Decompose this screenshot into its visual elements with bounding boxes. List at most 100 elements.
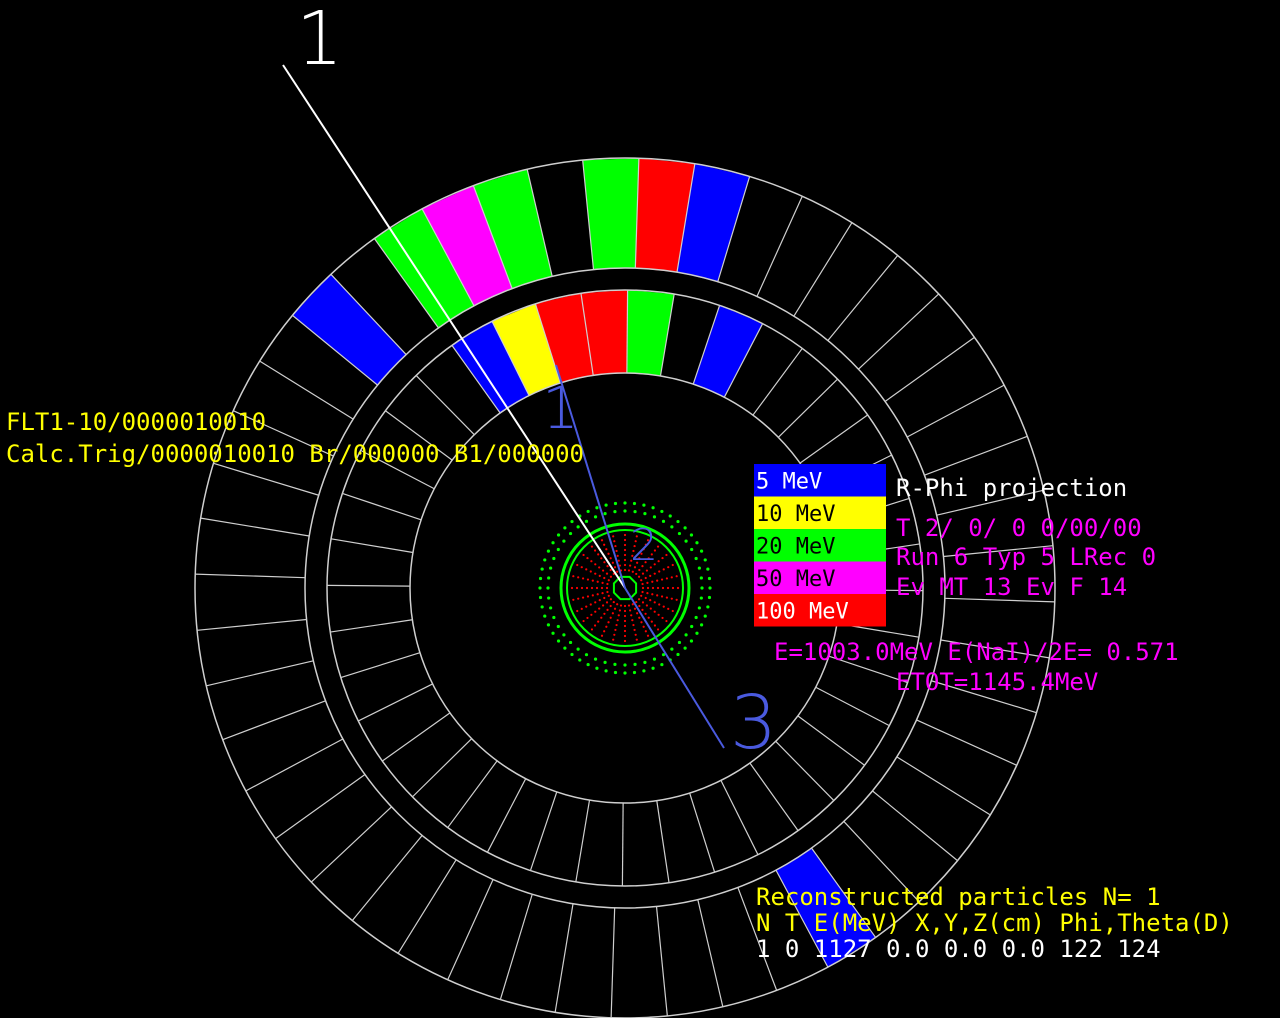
drift-wire-dot — [600, 616, 603, 619]
vertex-dot-ring-0 — [613, 670, 618, 675]
vertex-dot-ring-1 — [623, 509, 627, 513]
drift-wire-dot — [609, 604, 612, 608]
drift-wire-dot — [616, 570, 619, 573]
vertex-dot-ring-1 — [694, 615, 698, 620]
vertex-dot-ring-1 — [576, 525, 580, 529]
vertex-dot-ring-1 — [700, 586, 704, 590]
drift-wire-dot — [670, 576, 673, 579]
drift-wire-dot — [656, 594, 659, 597]
drift-wire-dot — [644, 596, 647, 600]
vertex-dot-ring-0 — [683, 646, 687, 650]
drift-wire-dot — [630, 614, 633, 617]
drift-wire-dot — [601, 581, 604, 584]
vertex-dot-ring-1 — [546, 586, 550, 590]
drift-wire-dot — [615, 623, 618, 627]
drift-wire-dot — [594, 572, 597, 575]
vertex-dot-ring-1 — [694, 556, 698, 561]
vertex-dot-ring-0 — [660, 509, 664, 514]
drift-wire-dot — [600, 539, 604, 542]
drift-wire-dot — [651, 586, 655, 590]
vertex-dot-ring-1 — [623, 663, 627, 667]
vertex-dot-ring-1 — [547, 596, 551, 600]
drift-wire-dot — [675, 575, 678, 578]
vertex-dot-ring-0 — [699, 623, 704, 627]
drift-wire-dot — [623, 558, 627, 562]
trigger-flt1: FLT1-10/0000010010 — [6, 408, 266, 436]
vertex-dot-ring-0 — [660, 662, 664, 667]
drift-wire-dot — [607, 552, 610, 555]
drift-wire-dot — [606, 590, 609, 594]
vertex-dot-ring-0 — [683, 526, 687, 530]
drift-wire-dot — [586, 556, 589, 560]
drift-wire-dot — [646, 586, 650, 590]
vertex-dot-ring-0 — [578, 658, 582, 662]
vertex-dot-ring-1 — [643, 512, 647, 516]
drift-wire-dot — [641, 601, 645, 604]
drift-wire-dot — [607, 594, 610, 597]
drift-wire-dot — [623, 604, 627, 608]
drift-wire-dot — [636, 612, 639, 615]
drift-wire-dot — [651, 580, 654, 583]
drift-wire-dot — [594, 563, 597, 566]
drift-wire-dot — [656, 628, 660, 631]
drift-wire-dot — [637, 575, 641, 578]
vertex-dot-ring-0 — [699, 549, 704, 553]
vertex-dot-ring-1 — [576, 647, 580, 651]
vertex-dot-ring-0 — [707, 595, 712, 600]
drift-wire-dot — [646, 592, 649, 595]
vertex-dot-ring-0 — [546, 549, 551, 553]
drift-wire-dot — [631, 619, 634, 622]
drift-wire-dot — [642, 625, 645, 628]
drift-wire-dot — [598, 607, 601, 610]
drift-wire-dot — [596, 580, 599, 583]
drift-wire-dot — [665, 619, 668, 623]
background — [0, 0, 1280, 1018]
vertex-dot-ring-1 — [584, 519, 589, 523]
vertex-dot-ring-0 — [540, 605, 544, 609]
vertex-dot-ring-1 — [562, 539, 566, 543]
drift-wire-dot — [653, 572, 656, 575]
drift-wire-dot — [623, 563, 627, 567]
particles-row: 1 0 1127 0.0 0.0 0.0 122 124 — [756, 935, 1161, 963]
drift-wire-dot — [641, 582, 644, 586]
vertex-dot-ring-0 — [595, 506, 599, 510]
vertex-dot-ring-1 — [697, 566, 701, 570]
vertex-dot-ring-0 — [604, 669, 608, 673]
drift-wire-dot — [600, 634, 604, 637]
drift-wire-dot — [640, 579, 643, 582]
drift-wire-dot — [613, 566, 617, 569]
drift-wire-dot — [623, 614, 627, 618]
legend-label-1: 10 MeV — [756, 502, 835, 527]
drift-wire-dot — [623, 553, 627, 557]
drift-wire-dot — [641, 586, 645, 590]
drift-wire-dot — [601, 592, 604, 595]
drift-wire-dot — [616, 554, 619, 557]
drift-wire-dot — [580, 607, 583, 610]
drift-wire-dot — [572, 575, 575, 578]
drift-wire-dot — [656, 579, 659, 582]
drift-wire-dot — [572, 598, 575, 601]
drift-wire-dot — [582, 553, 585, 557]
drift-wire-dot — [577, 576, 580, 579]
drift-wire-dot — [609, 557, 612, 560]
drift-wire-dot — [611, 612, 614, 615]
vertex-dot-ring-1 — [556, 547, 560, 552]
vertex-dot-ring-0 — [642, 503, 646, 507]
drift-wire-dot — [611, 561, 614, 564]
vertex-dot-ring-1 — [593, 657, 598, 661]
drift-wire-dot — [637, 598, 641, 601]
vertex-dot-ring-1 — [699, 576, 703, 580]
drift-wire-dot — [609, 598, 613, 601]
vertex-dot-ring-0 — [695, 541, 699, 545]
drift-wire-dot — [653, 610, 656, 613]
drift-wire-dot — [598, 599, 601, 602]
drift-wire-dot — [649, 599, 652, 602]
drift-wire-dot — [590, 613, 593, 616]
vertex-dot-ring-0 — [695, 631, 699, 635]
drift-wire-dot — [603, 596, 606, 600]
drift-wire-dot — [591, 579, 594, 582]
vertex-dot-ring-1 — [690, 547, 694, 552]
event-display: 1 1 2 3 FLT1-10/0000010010 Calc.Trig/000… — [0, 0, 1280, 1018]
energy-total: ETOT=1145.4MeV — [896, 668, 1098, 696]
trigger-calc: Calc.Trig/0000010010 Br/000000 B1/000000 — [6, 440, 584, 468]
